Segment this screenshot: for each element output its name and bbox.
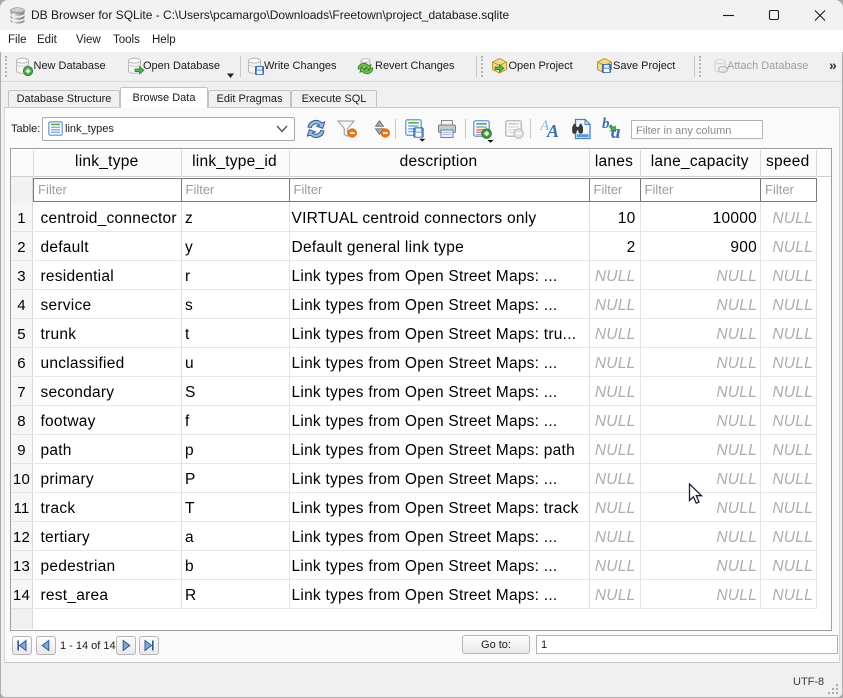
svg-text:b: b [602, 116, 610, 132]
svg-text:A: A [546, 121, 559, 139]
svg-text:a: a [611, 122, 621, 140]
